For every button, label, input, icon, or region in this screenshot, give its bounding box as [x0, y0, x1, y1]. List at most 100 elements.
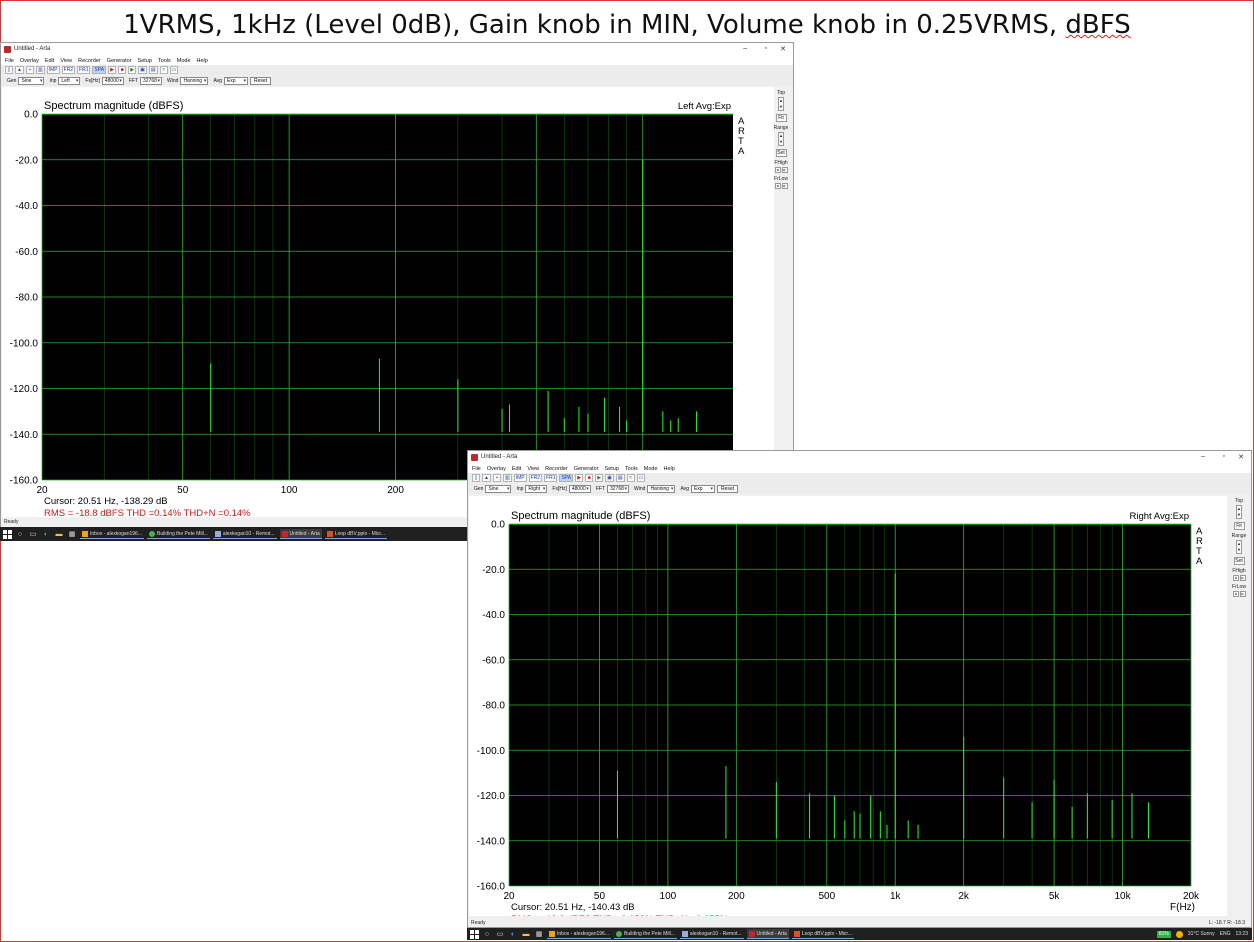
fit-button[interactable]: Fit	[1233, 522, 1245, 530]
taskbar-app-remote[interactable]: alexkogan10 - Remot...	[212, 529, 277, 539]
fit-button[interactable]: Fit	[775, 114, 787, 122]
range-spinner[interactable]: ▲ ▼	[778, 132, 784, 146]
reset-button[interactable]: Reset	[249, 77, 272, 85]
avg-select[interactable]: Exp	[690, 485, 715, 493]
meter-icon[interactable]: ▭	[636, 474, 646, 482]
taskbar-app-arta[interactable]: Untitled - Arta	[279, 529, 322, 539]
store-icon[interactable]: ▦	[67, 530, 77, 539]
open-icon[interactable]: ▲	[482, 474, 491, 482]
play-icon[interactable]: ▶	[128, 66, 137, 74]
bars-icon[interactable]: ▥	[502, 474, 512, 482]
menu-view[interactable]: View	[527, 466, 539, 472]
reset-button[interactable]: Reset	[716, 485, 739, 493]
wave-icon[interactable]: ≈	[159, 66, 168, 74]
search-icon[interactable]: ○	[482, 930, 492, 939]
minimize-icon[interactable]: –	[1201, 453, 1205, 460]
file-explorer-icon[interactable]: ▬	[54, 530, 64, 539]
minimize-icon[interactable]: –	[743, 45, 747, 52]
menu-mode[interactable]: Mode	[644, 466, 658, 472]
fhigh-arrows[interactable]: ◂ ▸	[772, 167, 790, 173]
taskbar-app-building[interactable]: Building the Pete Mill...	[146, 529, 210, 539]
set-button[interactable]: Set	[1233, 557, 1245, 565]
mode-spa-button[interactable]: SPA	[92, 66, 107, 74]
menu-recorder[interactable]: Recorder	[545, 466, 568, 472]
avg-select[interactable]: Exp	[223, 77, 248, 85]
new-icon[interactable]: ▯	[5, 66, 13, 74]
mode-fr2-button[interactable]: FR2	[61, 66, 76, 74]
taskbar-app-powerpoint[interactable]: Loop dBV.pptx - Micr...	[324, 529, 387, 539]
menu-help[interactable]: Help	[197, 58, 208, 64]
record-icon[interactable]: ▶	[575, 474, 584, 482]
taskbar-app-remote[interactable]: alexkogan10 - Remot...	[679, 929, 744, 939]
gen-select[interactable]: Sine	[485, 485, 512, 493]
mode-fr1-button[interactable]: FR1	[544, 474, 558, 482]
inp-select[interactable]: Left	[58, 77, 81, 85]
menu-setup[interactable]: Setup	[138, 58, 152, 64]
save-icon[interactable]: ▪	[25, 66, 34, 74]
menu-file[interactable]: File	[472, 466, 481, 472]
open-icon[interactable]: ▲	[15, 66, 24, 74]
store-icon[interactable]: ▦	[534, 930, 544, 939]
menu-tools[interactable]: Tools	[158, 58, 171, 64]
menu-edit[interactable]: Edit	[45, 58, 54, 64]
range-spinner[interactable]: ▲ ▼	[1236, 540, 1242, 554]
bars-icon[interactable]: ▥	[35, 66, 45, 74]
fhigh-arrows[interactable]: ◂ ▸	[1230, 575, 1248, 581]
record-icon[interactable]: ▶	[108, 66, 117, 74]
taskbar-app-arta[interactable]: Untitled - Arta	[746, 929, 789, 939]
meter-icon[interactable]: ▭	[169, 66, 179, 74]
flow-arrows[interactable]: ◂ ▸	[1230, 591, 1248, 597]
taskbar-app-building[interactable]: Building the Pete Mill...	[613, 929, 677, 939]
start-icon[interactable]	[470, 929, 479, 939]
new-icon[interactable]: ▯	[472, 474, 480, 482]
menu-view[interactable]: View	[60, 58, 72, 64]
clock[interactable]: 13:23	[1235, 931, 1248, 937]
menu-help[interactable]: Help	[664, 466, 675, 472]
generator-icon[interactable]: ▣	[138, 66, 147, 74]
settings-icon[interactable]: ▤	[615, 474, 625, 482]
stop-icon[interactable]: ■	[118, 66, 127, 74]
maximize-icon[interactable]: ▫	[1223, 453, 1225, 460]
wind-select[interactable]: Hanning	[647, 485, 676, 493]
start-icon[interactable]	[3, 529, 12, 539]
menu-mode[interactable]: Mode	[177, 58, 191, 64]
wind-select[interactable]: Hanning	[180, 77, 209, 85]
edge-icon[interactable]: ◐	[41, 530, 51, 539]
file-explorer-icon[interactable]: ▬	[521, 930, 531, 939]
menu-file[interactable]: File	[5, 58, 14, 64]
battery-badge[interactable]: 81%	[1156, 930, 1171, 938]
generator-icon[interactable]: ▣	[605, 474, 614, 482]
menu-setup[interactable]: Setup	[605, 466, 619, 472]
wave-icon[interactable]: ≈	[626, 474, 635, 482]
gen-select[interactable]: Sine	[18, 77, 45, 85]
settings-icon[interactable]: ▤	[148, 66, 158, 74]
taskbar-app-inbox[interactable]: Inbox - alexkogan196...	[547, 929, 611, 939]
menu-edit[interactable]: Edit	[512, 466, 521, 472]
save-icon[interactable]: ▪	[492, 474, 501, 482]
play-icon[interactable]: ▶	[595, 474, 604, 482]
fft-select[interactable]: 32768	[607, 485, 630, 493]
inp-select[interactable]: Right	[525, 485, 548, 493]
task-view-icon[interactable]: ▭	[28, 530, 38, 539]
edge-icon[interactable]: ◐	[508, 930, 518, 939]
mode-imp-button[interactable]: IMP	[513, 474, 527, 482]
set-button[interactable]: Set	[775, 149, 787, 157]
mode-spa-button[interactable]: SPA	[559, 474, 574, 482]
mode-imp-button[interactable]: IMP	[46, 66, 60, 74]
search-icon[interactable]: ○	[15, 530, 25, 539]
top-spinner[interactable]: ▲ ▼	[1236, 505, 1242, 519]
close-icon[interactable]: ✕	[780, 45, 786, 53]
menu-tools[interactable]: Tools	[625, 466, 638, 472]
close-icon[interactable]: ✕	[1238, 453, 1244, 461]
menu-generator[interactable]: Generator	[574, 466, 599, 472]
menu-overlay[interactable]: Overlay	[20, 58, 39, 64]
menu-recorder[interactable]: Recorder	[78, 58, 101, 64]
maximize-icon[interactable]: ▫	[765, 45, 767, 52]
fs-select[interactable]: 48000	[568, 485, 591, 493]
mode-fr2-button[interactable]: FR2	[528, 474, 543, 482]
fft-select[interactable]: 32768	[140, 77, 163, 85]
language-indicator[interactable]: ENG	[1220, 931, 1231, 937]
stop-icon[interactable]: ■	[585, 474, 594, 482]
weather-text[interactable]: 31°C Sunny	[1188, 931, 1215, 937]
fs-select[interactable]: 48000	[101, 77, 124, 85]
